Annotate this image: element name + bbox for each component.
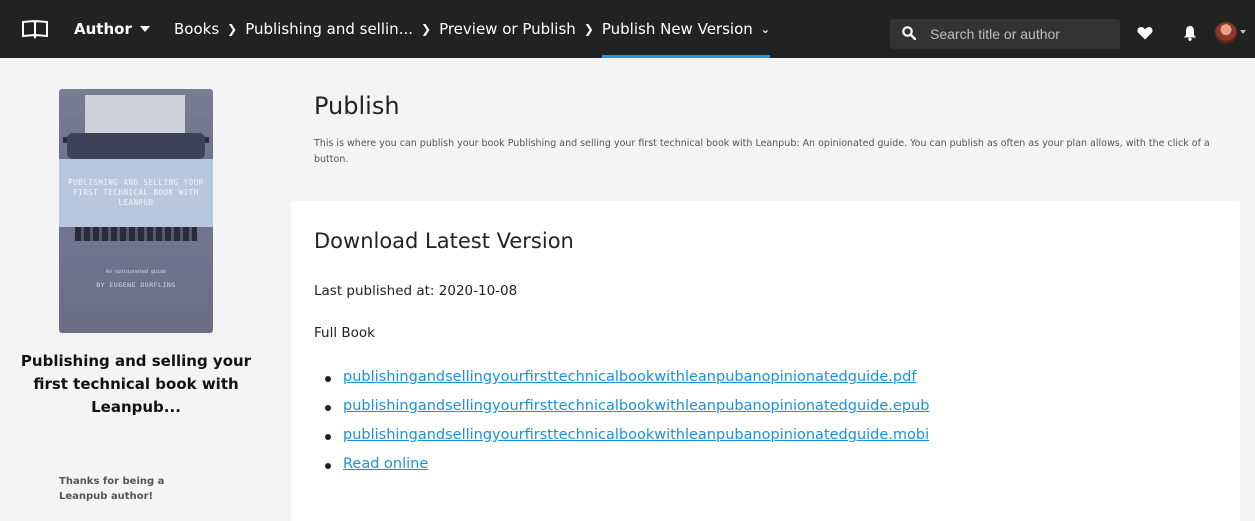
heart-icon[interactable] xyxy=(1137,26,1153,40)
cover-keys xyxy=(75,227,197,241)
read-online-link[interactable]: Read online xyxy=(343,456,428,472)
active-tab-indicator xyxy=(601,55,770,58)
breadcrumb: Books ❯ Publishing and sellin... ❯ Previ… xyxy=(174,18,770,58)
search-icon xyxy=(902,26,916,40)
author-menu[interactable]: Author xyxy=(74,18,150,40)
breadcrumb-books[interactable]: Books xyxy=(174,20,219,38)
book-title[interactable]: Publishing and selling your first techni… xyxy=(20,350,252,419)
caret-down-icon xyxy=(139,26,150,32)
cover-paper xyxy=(85,95,185,135)
chevron-right-icon: ❯ xyxy=(227,22,238,36)
mobi-download-link[interactable]: publishingandsellingyourfirsttechnicalbo… xyxy=(343,427,929,443)
list-item: publishingandsellingyourfirsttechnicalbo… xyxy=(325,398,929,427)
list-item: publishingandsellingyourfirsttechnicalbo… xyxy=(325,369,929,398)
cover-byline: BY EUGENE DORFLING xyxy=(96,281,176,289)
chevron-down-icon: ⌄ xyxy=(760,22,770,36)
search-box[interactable] xyxy=(890,19,1120,49)
cover-subtitle: An opinionated guide xyxy=(105,269,167,275)
top-navbar: Author Books ❯ Publishing and sellin... … xyxy=(0,0,1255,58)
download-list: publishingandsellingyourfirsttechnicalbo… xyxy=(325,369,929,485)
full-book-label: Full Book xyxy=(314,325,375,341)
page-title: Publish xyxy=(314,92,400,120)
pdf-download-link[interactable]: publishingandsellingyourfirsttechnicalbo… xyxy=(343,369,916,385)
book-cover[interactable]: PUBLISHING AND SELLING YOUR FIRST TECHNI… xyxy=(59,89,213,333)
bell-icon[interactable] xyxy=(1183,25,1197,41)
last-published: Last published at: 2020-10-08 xyxy=(314,283,518,299)
avatar-caret-icon xyxy=(1240,30,1246,34)
epub-download-link[interactable]: publishingandsellingyourfirsttechnicalbo… xyxy=(343,398,929,414)
cover-typewriter xyxy=(67,133,205,159)
list-item: Read online xyxy=(325,456,929,485)
chevron-right-icon: ❯ xyxy=(583,22,594,36)
chevron-right-icon: ❯ xyxy=(421,22,432,36)
breadcrumb-current[interactable]: Publish New Version ⌄ xyxy=(601,20,770,58)
card-title: Download Latest Version xyxy=(314,229,574,253)
page-description: This is where you can publish your book … xyxy=(314,138,1210,165)
author-menu-label: Author xyxy=(74,20,132,38)
book-logo-icon[interactable] xyxy=(22,19,48,39)
breadcrumb-preview-or-publish[interactable]: Preview or Publish xyxy=(439,20,576,38)
avatar[interactable] xyxy=(1215,22,1237,44)
download-card: Download Latest Version Last published a… xyxy=(291,201,1240,521)
search-input[interactable] xyxy=(930,23,1110,45)
breadcrumb-book[interactable]: Publishing and sellin... xyxy=(245,20,413,38)
list-item: publishingandsellingyourfirsttechnicalbo… xyxy=(325,427,929,456)
breadcrumb-current-label: Publish New Version xyxy=(601,20,753,38)
cover-title: PUBLISHING AND SELLING YOUR FIRST TECHNI… xyxy=(59,159,213,227)
thanks-message: Thanks for being a Leanpub author! xyxy=(59,476,165,502)
